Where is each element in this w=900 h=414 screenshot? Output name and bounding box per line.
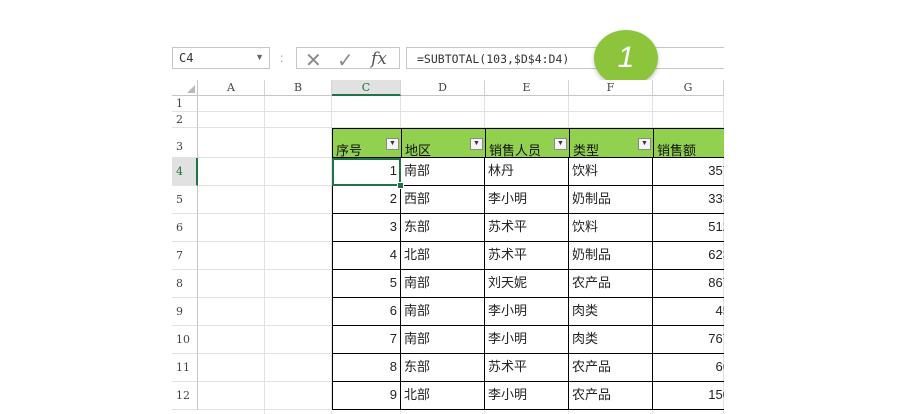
table-cell[interactable]: 南部 bbox=[401, 158, 485, 186]
table-cell[interactable]: 李小明 bbox=[485, 298, 569, 326]
fill-handle[interactable] bbox=[397, 182, 404, 189]
table-cell[interactable]: 北部 bbox=[401, 242, 485, 270]
column-header-g[interactable]: G bbox=[653, 80, 724, 96]
step-badge: 1 bbox=[594, 30, 658, 86]
table-cell[interactable]: 李小明 bbox=[485, 326, 569, 354]
table-cell[interactable]: 李小明 bbox=[485, 186, 569, 214]
column-header-e[interactable]: E bbox=[485, 80, 569, 96]
table-cell[interactable]: 333 bbox=[653, 186, 724, 214]
name-box-value: C4 bbox=[179, 51, 194, 65]
table-cell[interactable]: 6 bbox=[332, 298, 401, 326]
table-header-cell: 地区 ▼ bbox=[401, 128, 486, 158]
spreadsheet-grid: A B C D E F G 1 2 3 4 5 6 7 8 9 10 11 12 序号 ▼ 地区 ▼ 销售人员 ▼ 类型 ▼ 销售额 1… bbox=[172, 80, 724, 414]
table-cell[interactable]: 农产品 bbox=[569, 382, 653, 410]
formula-text: =SUBTOTAL(103,$D$4:D4) bbox=[417, 52, 570, 66]
table-cell[interactable]: 北部 bbox=[401, 382, 485, 410]
table-cell[interactable]: 南部 bbox=[401, 326, 485, 354]
table-cell[interactable]: 7 bbox=[332, 326, 401, 354]
table-cell[interactable]: 西部 bbox=[401, 186, 485, 214]
table-header-cell: 类型 ▼ bbox=[569, 128, 654, 158]
row-header-12[interactable]: 12 bbox=[172, 382, 198, 410]
table-cell[interactable]: 农产品 bbox=[569, 270, 653, 298]
filter-dropdown-icon[interactable]: ▼ bbox=[638, 138, 651, 150]
table-cell[interactable]: 苏术平 bbox=[485, 242, 569, 270]
table-cell[interactable]: 南部 bbox=[401, 270, 485, 298]
table-cell[interactable]: 512 bbox=[653, 214, 724, 242]
table-cell[interactable]: 623 bbox=[653, 242, 724, 270]
table-cell[interactable]: 苏术平 bbox=[485, 354, 569, 382]
formula-bar-separator: : bbox=[280, 51, 284, 65]
table-cell[interactable]: 2 bbox=[332, 186, 401, 214]
row-header-5[interactable]: 5 bbox=[172, 186, 198, 214]
table-cell[interactable]: 饮料 bbox=[569, 214, 653, 242]
row-header-9[interactable]: 9 bbox=[172, 298, 198, 326]
table-cell[interactable]: 45 bbox=[653, 298, 724, 326]
column-header-f[interactable]: F bbox=[569, 80, 653, 96]
table-cell[interactable]: 66 bbox=[653, 354, 724, 382]
table-cell[interactable]: 刘天妮 bbox=[485, 270, 569, 298]
table-cell[interactable]: 林丹 bbox=[485, 158, 569, 186]
formula-buttons: ✕ ✓ fx bbox=[296, 47, 400, 72]
table-cell[interactable]: 9 bbox=[332, 382, 401, 410]
table-cell[interactable]: 李小明 bbox=[485, 382, 569, 410]
column-header-d[interactable]: D bbox=[401, 80, 485, 96]
table-cell[interactable]: 农产品 bbox=[569, 354, 653, 382]
table-header-cell: 销售额 bbox=[653, 128, 724, 158]
enter-check-icon[interactable]: ✓ bbox=[337, 48, 354, 73]
table-cell[interactable]: 4 bbox=[332, 242, 401, 270]
row-header-7[interactable]: 7 bbox=[172, 242, 198, 270]
table-cell[interactable]: 767 bbox=[653, 326, 724, 354]
table-cell[interactable]: 1 bbox=[332, 158, 401, 186]
row-header-3[interactable]: 3 bbox=[172, 128, 198, 158]
table-cell[interactable]: 奶制品 bbox=[569, 186, 653, 214]
table-header-label: 类型 bbox=[573, 143, 600, 158]
select-all-corner[interactable] bbox=[172, 80, 198, 96]
cancel-icon[interactable]: ✕ bbox=[305, 48, 322, 73]
filter-dropdown-icon[interactable]: ▼ bbox=[554, 138, 567, 150]
row-header-8[interactable]: 8 bbox=[172, 270, 198, 298]
row-header-6[interactable]: 6 bbox=[172, 214, 198, 242]
table-cell[interactable]: 东部 bbox=[401, 354, 485, 382]
column-header-b[interactable]: B bbox=[265, 80, 332, 96]
table-cell[interactable]: 357 bbox=[653, 158, 724, 186]
table-header-label: 地区 bbox=[405, 143, 432, 158]
row-header-10[interactable]: 10 bbox=[172, 326, 198, 354]
table-header-label: 销售额 bbox=[657, 143, 697, 158]
table-cell[interactable]: 苏术平 bbox=[485, 214, 569, 242]
column-header-a[interactable]: A bbox=[198, 80, 265, 96]
table-cell[interactable]: 奶制品 bbox=[569, 242, 653, 270]
column-header-c[interactable]: C bbox=[332, 80, 401, 96]
insert-function-button[interactable]: fx bbox=[371, 49, 387, 69]
table-cell[interactable]: 150 bbox=[653, 382, 724, 410]
table-cell[interactable]: 肉类 bbox=[569, 298, 653, 326]
gridline-horizontal bbox=[198, 111, 724, 112]
table-header-label: 序号 bbox=[336, 143, 363, 158]
chevron-down-icon[interactable]: ▼ bbox=[255, 52, 264, 62]
table-cell[interactable]: 867 bbox=[653, 270, 724, 298]
table-header-cell: 序号 ▼ bbox=[332, 128, 402, 158]
table-cell[interactable]: 南部 bbox=[401, 298, 485, 326]
table-header-label: 销售人员 bbox=[489, 143, 542, 158]
filter-dropdown-icon[interactable]: ▼ bbox=[470, 138, 483, 150]
gridline-vertical bbox=[264, 96, 265, 414]
table-cell[interactable]: 3 bbox=[332, 214, 401, 242]
formula-input[interactable]: =SUBTOTAL(103,$D$4:D4) bbox=[406, 47, 724, 69]
table-cell[interactable]: 8 bbox=[332, 354, 401, 382]
name-box[interactable]: C4 ▼ bbox=[172, 47, 270, 69]
table-header-cell: 销售人员 ▼ bbox=[485, 128, 570, 158]
filter-dropdown-icon[interactable]: ▼ bbox=[386, 138, 399, 150]
row-header-4[interactable]: 4 bbox=[172, 158, 198, 186]
row-header-11[interactable]: 11 bbox=[172, 354, 198, 382]
select-all-icon bbox=[187, 85, 195, 93]
row-header-1[interactable]: 1 bbox=[172, 96, 198, 112]
row-header-2[interactable]: 2 bbox=[172, 112, 198, 128]
table-cell[interactable]: 肉类 bbox=[569, 326, 653, 354]
table-cell[interactable]: 东部 bbox=[401, 214, 485, 242]
table-cell[interactable]: 5 bbox=[332, 270, 401, 298]
table-cell[interactable]: 饮料 bbox=[569, 158, 653, 186]
